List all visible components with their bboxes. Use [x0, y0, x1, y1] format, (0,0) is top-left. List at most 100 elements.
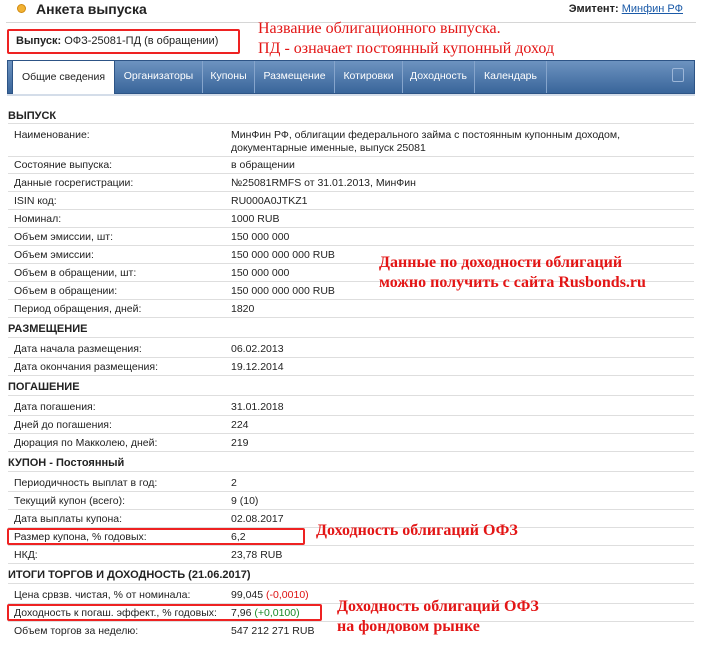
divider	[8, 156, 694, 157]
weekly-volume-label: Объем торгов за неделю:	[14, 625, 139, 637]
circ-pcs-label: Объем в обращении, шт:	[14, 267, 137, 279]
divider	[8, 583, 694, 584]
divider	[8, 415, 694, 416]
annotation-market-yield: Доходность облигаций ОФЗ на фондовом рын…	[337, 597, 539, 637]
divider	[8, 299, 694, 300]
divider	[8, 451, 694, 452]
yield-value: 7,96 (+0,0100)	[231, 607, 300, 619]
duration-label: Дюрация по Макколею, дней:	[14, 437, 158, 449]
coupon-rate-label: Размер купона, % годовых:	[14, 531, 147, 543]
placement-end-value: 19.12.2014	[231, 361, 284, 373]
annotation-rusbonds-line1: Данные по доходности облигаций	[379, 254, 623, 271]
price-change: (-0,0010)	[266, 589, 309, 601]
divider	[8, 337, 694, 338]
coupon-freq-label: Периодичность выплат в год:	[14, 477, 158, 489]
yield-number: 7,96	[231, 607, 252, 619]
yield-label: Доходность к погаш. эффект., % годовых:	[14, 607, 217, 619]
isin-value: RU000A0JTKZ1	[231, 195, 308, 207]
divider	[8, 317, 694, 318]
section-title-coupon: КУПОН - Постоянный	[8, 457, 125, 469]
divider	[8, 509, 694, 510]
vol-pcs-value: 150 000 000	[231, 231, 290, 243]
annotation-rusbonds-line2: можно получить с сайта Rusbonds.ru	[379, 274, 646, 291]
annotation-issue-name-line1: Название облигационного выпуска.	[258, 20, 501, 37]
annotation-market-line1: Доходность облигаций ОФЗ	[337, 598, 539, 615]
maturity-date-label: Дата погашения:	[14, 401, 96, 413]
state-label: Состояние выпуска:	[14, 159, 113, 171]
coupon-pay-date-label: Дата выплаты купона:	[14, 513, 123, 525]
vol-pcs-label: Объем эмиссии, шт:	[14, 231, 114, 243]
tab-calendar[interactable]: Календарь	[475, 61, 547, 93]
tab-yield[interactable]: Доходность	[403, 61, 475, 93]
divider	[8, 395, 694, 396]
tab-organizers[interactable]: Организаторы	[115, 61, 203, 93]
section-title-maturity: ПОГАШЕНИЕ	[8, 381, 80, 393]
tab-underline	[7, 94, 695, 96]
issuer-link[interactable]: Минфин РФ	[622, 3, 683, 15]
coupon-freq-value: 2	[231, 477, 237, 489]
section-title-placement: РАЗМЕЩЕНИЕ	[8, 323, 88, 335]
placement-start-value: 06.02.2013	[231, 343, 284, 355]
reg-value: №25081RMFS от 31.01.2013, МинФин	[231, 177, 416, 189]
nominal-value: 1000 RUB	[231, 213, 280, 225]
tab-quotes[interactable]: Котировки	[335, 61, 403, 93]
state-value: в обращении	[231, 159, 295, 171]
nominal-label: Номинал:	[14, 213, 62, 225]
name-value-line2: документарные именные, выпуск 25081	[231, 142, 426, 154]
divider	[8, 491, 694, 492]
issuer-label: Эмитент:	[568, 3, 619, 15]
weekly-volume-value: 547 212 271 RUB	[231, 625, 315, 637]
divider	[8, 227, 694, 228]
price-value: 99,045 (-0,0010)	[231, 589, 309, 601]
divider	[8, 375, 694, 376]
tab-coupons[interactable]: Купоны	[203, 61, 255, 93]
coupon-pay-date-value: 02.08.2017	[231, 513, 284, 525]
vol-label: Объем эмиссии:	[14, 249, 94, 261]
tab-bar: Общие сведения Организаторы Купоны Разме…	[7, 60, 695, 95]
annotation-issue-name-line2: ПД - означает постоянный купонный доход	[258, 40, 555, 57]
circ-label: Объем в обращении:	[14, 285, 118, 297]
divider	[8, 433, 694, 434]
nkd-value: 23,78 RUB	[231, 549, 283, 561]
annotation-issue-name: Название облигационного выпуска. ПД - оз…	[258, 19, 554, 59]
divider	[8, 245, 694, 246]
days-to-maturity-label: Дней до погашения:	[14, 419, 112, 431]
annotation-market-line2: на фондовом рынке	[337, 618, 480, 635]
annotation-rusbonds: Данные по доходности облигаций можно пол…	[379, 253, 646, 293]
divider	[8, 357, 694, 358]
nkd-label: НКД:	[14, 549, 38, 561]
page-title: Анкета выпуска	[36, 1, 147, 17]
name-value-line1: МинФин РФ, облигации федерального займа …	[231, 129, 621, 141]
price-label: Цена срвзв. чистая, % от номинала:	[14, 589, 191, 601]
duration-value: 219	[231, 437, 249, 449]
placement-start-label: Дата начала размещения:	[14, 343, 142, 355]
annotation-ofz-yield: Доходность облигаций ОФЗ	[316, 522, 518, 539]
issuer-info: Эмитент: Минфин РФ	[569, 3, 683, 15]
issue-value: ОФЗ-25081-ПД (в обращении)	[64, 35, 219, 47]
period-value: 1820	[231, 303, 255, 315]
document-icon	[672, 68, 684, 82]
price-number: 99,045	[231, 589, 264, 601]
issue-label: Выпуск:	[16, 35, 62, 47]
yield-change: (+0,0100)	[254, 607, 300, 619]
current-coupon-value: 9 (10)	[231, 495, 259, 507]
vol-value: 150 000 000 000 RUB	[231, 249, 335, 261]
divider	[8, 209, 694, 210]
tab-general[interactable]: Общие сведения	[12, 60, 115, 95]
tab-placement[interactable]: Размещение	[255, 61, 335, 93]
divider	[8, 191, 694, 192]
days-to-maturity-value: 224	[231, 419, 249, 431]
name-label: Наименование:	[14, 129, 90, 141]
circ-value: 150 000 000 000 RUB	[231, 285, 335, 297]
circ-pcs-value: 150 000 000	[231, 267, 290, 279]
reg-label: Данные госрегистрации:	[14, 177, 134, 189]
maturity-date-value: 31.01.2018	[231, 401, 284, 413]
bullet-icon	[17, 4, 26, 13]
issue-line: Выпуск: ОФЗ-25081-ПД (в обращении)	[16, 35, 218, 47]
divider	[8, 123, 694, 124]
current-coupon-label: Текущий купон (всего):	[14, 495, 126, 507]
isin-label: ISIN код:	[14, 195, 57, 207]
section-title-issue: ВЫПУСК	[8, 110, 57, 122]
divider	[8, 471, 694, 472]
divider	[8, 173, 694, 174]
